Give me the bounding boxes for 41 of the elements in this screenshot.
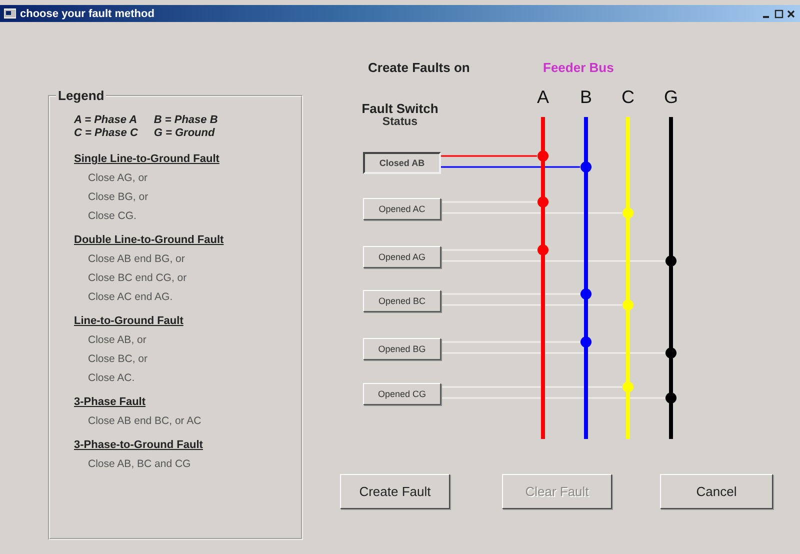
legend-line: Close AC.	[88, 371, 136, 386]
status-title: Fault Switch	[360, 101, 440, 116]
switch-button[interactable]: Opened BG	[363, 338, 441, 360]
legend-key: B = Phase B	[154, 114, 218, 126]
legend-line: Close BG, or	[88, 190, 150, 205]
maximize-icon[interactable]	[774, 8, 784, 18]
phase-label: A	[536, 87, 550, 108]
legend-line: Close AB, BC and CG	[88, 457, 192, 472]
legend-line: Close BC, or	[88, 352, 149, 367]
phase-label: G	[662, 87, 679, 108]
close-icon[interactable]	[786, 8, 796, 18]
legend-key: C = Phase C	[74, 127, 138, 139]
action-button[interactable]: Create Fault	[340, 474, 450, 509]
legend-key: G = Ground	[154, 127, 218, 139]
legend-line: Close AG, or	[88, 171, 149, 186]
fault-heading: 3-Phase Fault	[74, 396, 147, 408]
phase-label: B	[578, 87, 593, 108]
app-icon	[4, 8, 16, 19]
switch-button[interactable]: Opened AC	[363, 198, 441, 220]
switch-button[interactable]: Closed AB	[363, 152, 441, 174]
legend-line: Close BC end CG, or	[88, 271, 188, 286]
header-label: Create Faults on	[368, 60, 471, 74]
switch-button[interactable]: Opened AG	[363, 246, 441, 268]
legend-title: Legend	[57, 88, 106, 103]
bus-name: Feeder Bus	[543, 60, 614, 74]
window-title: choose your fault method	[20, 8, 156, 20]
fault-heading: Line-to-Ground Fault	[74, 315, 184, 327]
legend-line: Close AB end BG, or	[88, 252, 186, 267]
status-subtitle: Status	[381, 116, 419, 128]
legend-key: A = Phase A	[74, 114, 138, 126]
fault-heading: 3-Phase-to-Ground Fault	[74, 439, 204, 451]
fault-heading: Double Line-to-Ground Fault	[74, 234, 225, 246]
switch-button[interactable]: Opened BC	[363, 290, 441, 312]
legend-line: Close AB, or	[88, 333, 148, 348]
legend-line: Close AC end AG.	[88, 290, 174, 305]
legend-line: Close AB end BC, or AC	[88, 414, 202, 429]
fault-heading: Single Line-to-Ground Fault	[74, 153, 220, 165]
legend-line: Close CG.	[88, 209, 138, 224]
action-button[interactable]: Cancel	[660, 474, 773, 509]
phase-label: C	[620, 87, 636, 108]
switch-button[interactable]: Opened CG	[363, 383, 441, 405]
